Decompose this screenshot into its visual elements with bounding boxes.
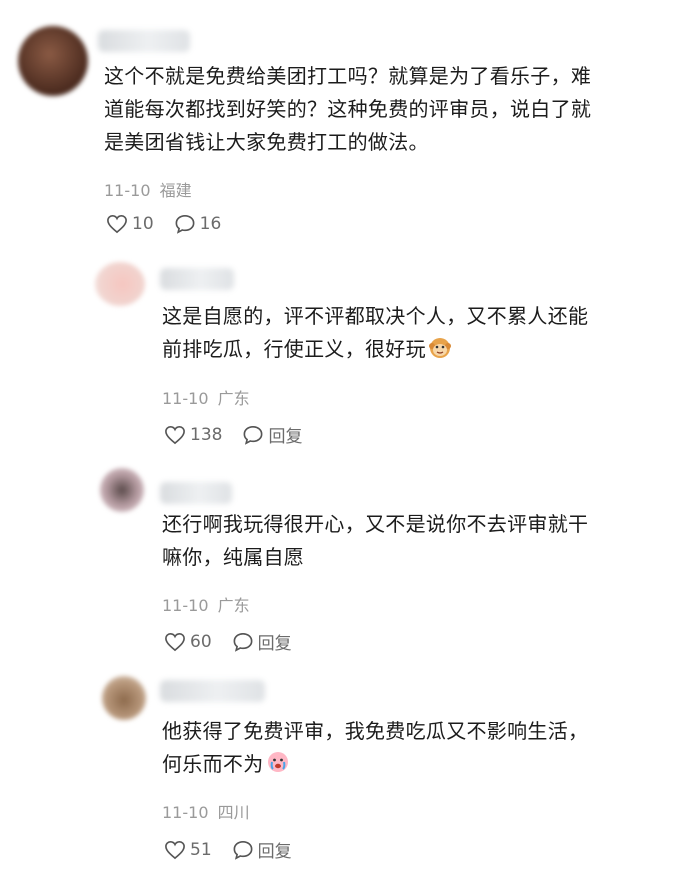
reply-meta: 11-10 广东 — [162, 592, 250, 616]
reply-button[interactable]: 回复 — [242, 422, 302, 447]
reply-text: 这是自愿的，评不评都取决个人，又不累人还能 前排吃瓜，行使正义，很好玩 — [162, 300, 662, 369]
reply-label: 回复 — [268, 422, 302, 447]
username-blurred[interactable] — [160, 680, 265, 702]
comment-date: 11-10 — [104, 181, 151, 200]
like-button[interactable]: 60 — [164, 632, 212, 652]
reply-location: 广东 — [218, 596, 250, 615]
reply-button[interactable]: 回复 — [232, 629, 292, 654]
reply-label: 回复 — [258, 629, 292, 654]
reply-meta: 11-10 广东 — [162, 385, 250, 409]
like-count: 10 — [132, 214, 154, 234]
reply-line: 这是自愿的，评不评都取决个人，又不累人还能 — [162, 300, 662, 333]
reply-line: 嘛你，纯属自愿 — [162, 541, 662, 574]
like-button[interactable]: 51 — [164, 840, 212, 860]
like-count: 138 — [190, 425, 222, 445]
like-count: 51 — [190, 840, 212, 860]
crying-face-emoji — [266, 750, 290, 784]
comment-actions: 10 16 — [106, 214, 241, 234]
heart-icon — [164, 425, 186, 445]
comment-bubble-icon — [232, 632, 254, 652]
reply-location: 广东 — [218, 389, 250, 408]
reply-count: 16 — [200, 214, 222, 234]
reply-meta: 11-10 四川 — [162, 799, 250, 823]
reply-actions: 60 回复 — [164, 629, 312, 654]
like-button[interactable]: 138 — [164, 425, 222, 445]
avatar[interactable] — [18, 26, 88, 96]
comment-line: 道能每次都找到好笑的？这种免费的评审员，说白了就 — [104, 93, 684, 126]
reply-date: 11-10 — [162, 803, 209, 822]
heart-icon — [164, 632, 186, 652]
reply-line: 他获得了免费评审，我免费吃瓜又不影响生活， — [162, 715, 662, 748]
heart-icon — [164, 840, 186, 860]
reply-actions: 51 回复 — [164, 837, 312, 862]
username-blurred[interactable] — [160, 482, 232, 504]
comment-bubble-icon — [174, 214, 196, 234]
reply-text: 他获得了免费评审，我免费吃瓜又不影响生活， 何乐而不为 — [162, 715, 662, 784]
comment-bubble-icon — [242, 425, 264, 445]
monkey-emoji — [428, 335, 452, 369]
reply-date: 11-10 — [162, 389, 209, 408]
like-button[interactable]: 10 — [106, 214, 154, 234]
avatar[interactable] — [102, 676, 146, 720]
like-count: 60 — [190, 632, 212, 652]
comment-meta: 11-10 福建 — [104, 177, 192, 201]
username-blurred[interactable] — [98, 30, 190, 52]
reply-date: 11-10 — [162, 596, 209, 615]
username-blurred[interactable] — [160, 268, 234, 290]
reply-actions: 138 回复 — [164, 422, 322, 447]
avatar[interactable] — [100, 468, 144, 512]
comment-line: 是美团省钱让大家免费打工的做法。 — [104, 126, 684, 159]
reply-text: 还行啊我玩得很开心，又不是说你不去评审就干 嘛你，纯属自愿 — [162, 508, 662, 574]
reply-line: 前排吃瓜，行使正义，很好玩 — [162, 333, 662, 369]
reply-button[interactable]: 回复 — [232, 837, 292, 862]
heart-icon — [106, 214, 128, 234]
avatar[interactable] — [95, 262, 145, 306]
comment-bubble-icon — [232, 840, 254, 860]
comment-line: 这个不就是免费给美团打工吗？就算是为了看乐子，难 — [104, 60, 684, 93]
comment-location: 福建 — [160, 181, 192, 200]
comment-text: 这个不就是免费给美团打工吗？就算是为了看乐子，难 道能每次都找到好笑的？这种免费… — [104, 60, 684, 159]
reply-count-button[interactable]: 16 — [174, 214, 222, 234]
reply-line: 还行啊我玩得很开心，又不是说你不去评审就干 — [162, 508, 662, 541]
reply-line: 何乐而不为 — [162, 748, 662, 784]
reply-label: 回复 — [258, 837, 292, 862]
reply-location: 四川 — [218, 803, 250, 822]
